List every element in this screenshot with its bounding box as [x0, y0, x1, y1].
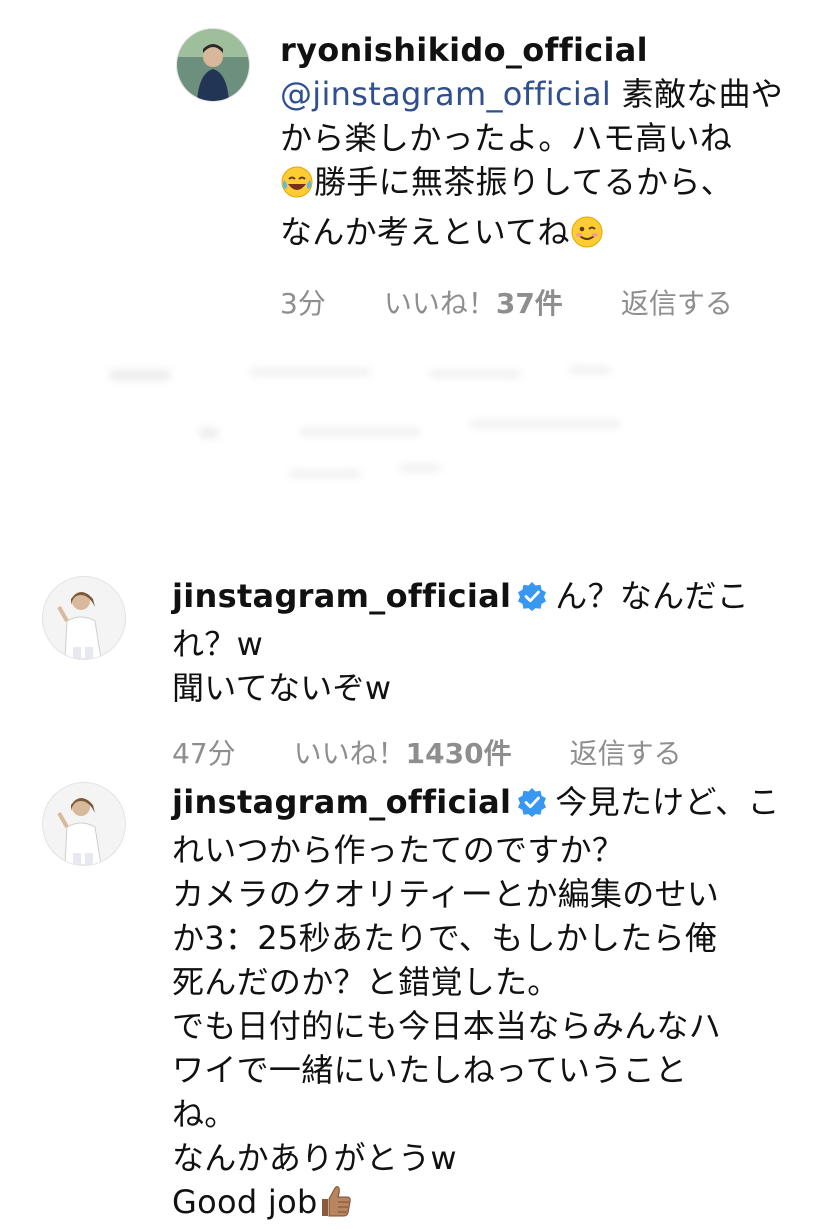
- comment-text-line: か3：25秒あたりで、もしかしたら俺: [172, 919, 718, 957]
- comment-text-line: なんか考えといてね: [280, 213, 570, 251]
- comment-meta: 3分 いいね！37件 返信する: [280, 282, 783, 322]
- verified-badge-icon: [517, 784, 547, 828]
- comment-username[interactable]: ryonishikido_official: [280, 31, 648, 69]
- comment-text-line: カメラのクオリティーとか編集のせい: [172, 875, 720, 913]
- comment-username[interactable]: jinstagram_official: [172, 577, 511, 615]
- reply-button[interactable]: 返信する: [570, 732, 682, 772]
- avatar[interactable]: [42, 782, 126, 866]
- comment-text-line: なんかありがとうw: [172, 1139, 457, 1177]
- avatar-image: [43, 783, 125, 865]
- comment-item: jinstagram_official ん？なんだこ れ？w 聞いてないぞw 4…: [42, 576, 749, 772]
- avatar-image: [43, 577, 125, 659]
- winking-face-icon: [570, 215, 604, 260]
- comment-time: 3分: [280, 287, 326, 320]
- comment-text-line: れ？w: [172, 625, 264, 663]
- likes-count: 37件: [495, 287, 563, 320]
- verified-badge-icon: [517, 578, 547, 622]
- likes-link[interactable]: いいね！1430件: [294, 732, 512, 772]
- comment-text-line: ワイで一緒にいたしねっていうこと: [172, 1051, 688, 1089]
- likes-label: いいね！: [293, 737, 406, 770]
- likes-link[interactable]: いいね！37件: [384, 282, 563, 322]
- face-with-tears-of-joy-icon: [280, 165, 314, 210]
- comment-text-line: れいつから作ったてのですか？: [172, 831, 625, 869]
- redacted-comment: [70, 340, 810, 510]
- comment-time: 47分: [172, 737, 236, 770]
- redacted-area: [110, 366, 620, 478]
- reply-button[interactable]: 返信する: [621, 282, 733, 322]
- likes-label: いいね！: [383, 287, 496, 320]
- comment-text-line: 勝手に無茶振りしてるから、: [314, 163, 733, 201]
- comment-meta: 47分 いいね！1430件 返信する: [172, 732, 749, 772]
- comment-text-line: 聞いてないぞw: [172, 669, 392, 707]
- comment-item: jinstagram_official 今見たけど、こ れいつから作ったてのです…: [42, 782, 780, 1230]
- comment-text-line: 素敵な曲や: [611, 75, 784, 113]
- comment-text-line: ね。: [172, 1095, 237, 1133]
- comment-text-line: 死んだのか？と錯覚した。: [172, 963, 560, 1001]
- comment-username[interactable]: jinstagram_official: [172, 783, 511, 821]
- comment-text-line: から楽しかったよ。ハモ高いね: [280, 119, 733, 157]
- mention-link[interactable]: @jinstagram_official: [280, 75, 611, 113]
- comment-text-line: 今見たけど、こ: [555, 783, 780, 821]
- thumbs-up-icon: [318, 1183, 354, 1230]
- comment-text-line: Good job: [172, 1183, 318, 1221]
- avatar[interactable]: [42, 576, 126, 660]
- likes-count: 1430件: [405, 737, 512, 770]
- avatar[interactable]: [176, 28, 250, 102]
- comment-text-line: でも日付的にも今日本当ならみんなハ: [172, 1007, 722, 1045]
- avatar-image: [177, 29, 249, 101]
- comment-text-line: ん？なんだこ: [555, 577, 750, 615]
- comment-item: ryonishikido_official @jinstagram_offici…: [176, 28, 783, 322]
